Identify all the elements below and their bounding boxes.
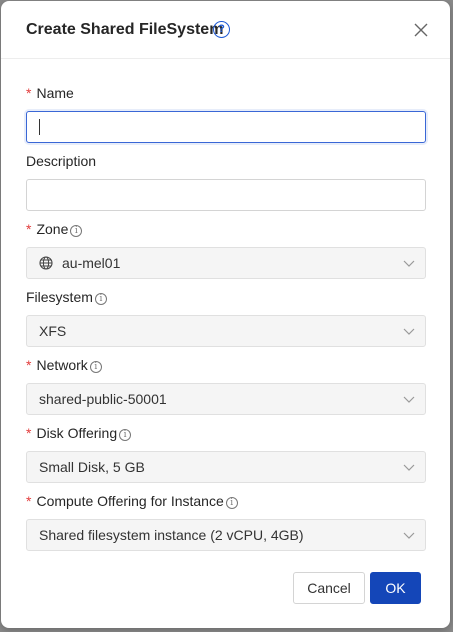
chevron-down-icon <box>403 464 415 471</box>
compute-offering-label: * Compute Offering for Instance i <box>26 493 238 509</box>
info-icon[interactable]: i <box>119 429 132 441</box>
disk-offering-value: Small Disk, 5 GB <box>39 459 145 475</box>
required-mark: * <box>26 425 32 441</box>
name-label: * Name <box>26 85 74 101</box>
network-label: * Network i <box>26 357 102 373</box>
disk-offering-label: * Disk Offering i <box>26 425 132 441</box>
disk-offering-select[interactable]: Small Disk, 5 GB <box>26 451 426 483</box>
zone-select[interactable]: au-mel01 <box>26 247 426 279</box>
network-select[interactable]: shared-public-50001 <box>26 383 426 415</box>
chevron-down-icon <box>403 532 415 539</box>
chevron-down-icon <box>403 328 415 335</box>
zone-label: * Zone i <box>26 221 83 237</box>
filesystem-select[interactable]: XFS <box>26 315 426 347</box>
required-mark: * <box>26 493 32 509</box>
filesystem-label: Filesystem i <box>26 289 107 305</box>
globe-icon <box>39 256 53 270</box>
required-mark: * <box>26 221 32 237</box>
info-icon[interactable]: i <box>70 225 83 237</box>
info-icon[interactable]: i <box>94 293 107 305</box>
chevron-down-icon <box>403 260 415 267</box>
cancel-button[interactable]: Cancel <box>293 572 365 604</box>
info-icon[interactable]: i <box>89 361 102 373</box>
ok-button[interactable]: OK <box>370 572 421 604</box>
compute-offering-select[interactable]: Shared filesystem instance (2 vCPU, 4GB) <box>26 519 426 551</box>
create-shared-filesystem-dialog: Create Shared FileSystem ? * Name Descrip… <box>1 1 450 628</box>
help-icon[interactable]: ? <box>213 21 230 38</box>
close-icon[interactable] <box>412 21 430 39</box>
chevron-down-icon <box>403 396 415 403</box>
dialog-header: Create Shared FileSystem ? <box>1 1 450 59</box>
compute-offering-value: Shared filesystem instance (2 vCPU, 4GB) <box>39 527 304 543</box>
description-label: Description <box>26 153 97 169</box>
required-mark: * <box>26 85 32 101</box>
network-value: shared-public-50001 <box>39 391 167 407</box>
dialog-title: Create Shared FileSystem <box>26 21 224 38</box>
filesystem-value: XFS <box>39 323 67 339</box>
required-mark: * <box>26 357 32 373</box>
text-cursor <box>39 119 40 135</box>
name-input[interactable] <box>26 111 426 143</box>
info-icon[interactable]: i <box>225 497 238 509</box>
description-input[interactable] <box>26 179 426 211</box>
zone-value: au-mel01 <box>62 255 121 271</box>
